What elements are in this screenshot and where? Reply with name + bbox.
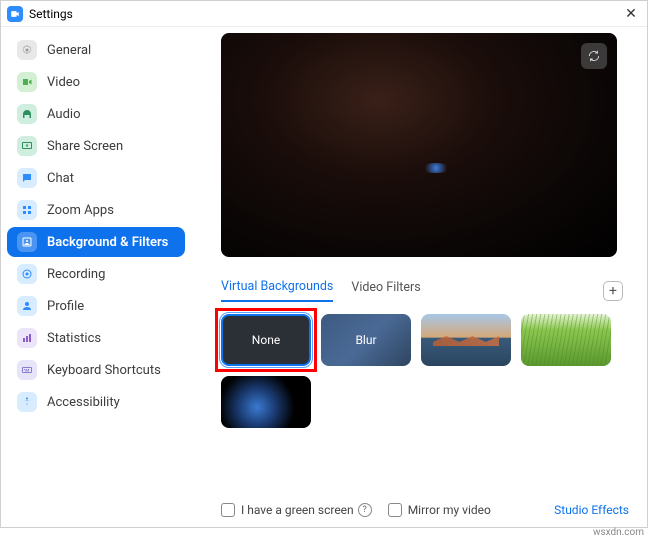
sidebar-item-label: Profile (47, 299, 84, 314)
window-body: General Video Audio Share Screen Chat Zo… (1, 27, 647, 527)
accessibility-icon (17, 392, 37, 412)
sidebar-item-audio[interactable]: Audio (7, 99, 185, 129)
preview-reflection (421, 163, 451, 173)
keyboard-icon (17, 360, 37, 380)
add-background-button[interactable]: + (603, 281, 623, 301)
video-icon (17, 72, 37, 92)
headphones-icon (17, 104, 37, 124)
thumb-label: None (252, 333, 280, 347)
green-screen-checkbox[interactable]: I have a green screen ? (221, 503, 372, 517)
background-option-none[interactable]: None (221, 314, 311, 366)
statistics-icon (17, 328, 37, 348)
sidebar-item-recording[interactable]: Recording (7, 259, 185, 289)
sidebar-item-label: Accessibility (47, 395, 120, 410)
sidebar-item-share-screen[interactable]: Share Screen (7, 131, 185, 161)
sidebar-item-accessibility[interactable]: Accessibility (7, 387, 185, 417)
sidebar-item-statistics[interactable]: Statistics (7, 323, 185, 353)
background-option-bridge[interactable] (421, 314, 511, 366)
recording-icon (17, 264, 37, 284)
background-option-blur[interactable]: Blur (321, 314, 411, 366)
sidebar: General Video Audio Share Screen Chat Zo… (1, 27, 191, 527)
studio-effects-link[interactable]: Studio Effects (554, 503, 629, 517)
checkbox-icon (221, 503, 235, 517)
sidebar-item-chat[interactable]: Chat (7, 163, 185, 193)
watermark: wsxdn.com (593, 527, 644, 538)
titlebar: Settings ✕ (1, 1, 647, 27)
sidebar-item-label: Chat (47, 171, 74, 186)
sidebar-item-label: Share Screen (47, 139, 123, 154)
tab-virtual-backgrounds[interactable]: Virtual Backgrounds (221, 279, 333, 302)
sidebar-item-label: Recording (47, 267, 105, 282)
footer-controls: I have a green screen ? Mirror my video … (221, 493, 629, 517)
background-option-grass[interactable] (521, 314, 611, 366)
sidebar-item-keyboard-shortcuts[interactable]: Keyboard Shortcuts (7, 355, 185, 385)
sidebar-item-label: Statistics (47, 331, 101, 346)
sidebar-item-label: Keyboard Shortcuts (47, 363, 161, 378)
background-tabs: Virtual Backgrounds Video Filters + (221, 279, 629, 302)
close-button[interactable]: ✕ (621, 4, 641, 24)
sidebar-item-label: General (47, 43, 91, 58)
thumb-none-wrap: None (221, 314, 311, 366)
tab-video-filters[interactable]: Video Filters (351, 280, 420, 301)
checkbox-icon (388, 503, 402, 517)
window-title: Settings (29, 7, 73, 21)
background-thumbnails: None Blur (221, 314, 629, 428)
sidebar-item-label: Video (47, 75, 80, 90)
gear-icon (17, 40, 37, 60)
rotate-camera-button[interactable] (581, 43, 607, 69)
background-option-earth[interactable] (221, 376, 311, 428)
sidebar-item-general[interactable]: General (7, 35, 185, 65)
chat-icon (17, 168, 37, 188)
settings-window: Settings ✕ General Video Audio Share Scr… (0, 0, 648, 528)
mirror-video-checkbox[interactable]: Mirror my video (388, 503, 491, 517)
checkbox-label: Mirror my video (408, 503, 491, 517)
sidebar-item-label: Zoom Apps (47, 203, 114, 218)
sidebar-item-background-filters[interactable]: Background & Filters (7, 227, 185, 257)
sidebar-item-video[interactable]: Video (7, 67, 185, 97)
sidebar-item-label: Audio (47, 107, 80, 122)
share-screen-icon (17, 136, 37, 156)
main-panel: Virtual Backgrounds Video Filters + None… (191, 27, 647, 527)
video-preview (221, 33, 617, 257)
profile-icon (17, 296, 37, 316)
apps-icon (17, 200, 37, 220)
checkbox-label: I have a green screen (241, 503, 354, 517)
sidebar-item-label: Background & Filters (47, 235, 168, 250)
zoom-icon (7, 6, 23, 22)
background-icon (17, 232, 37, 252)
thumb-label: Blur (355, 333, 376, 347)
help-icon[interactable]: ? (358, 503, 372, 517)
sidebar-item-zoom-apps[interactable]: Zoom Apps (7, 195, 185, 225)
sidebar-item-profile[interactable]: Profile (7, 291, 185, 321)
